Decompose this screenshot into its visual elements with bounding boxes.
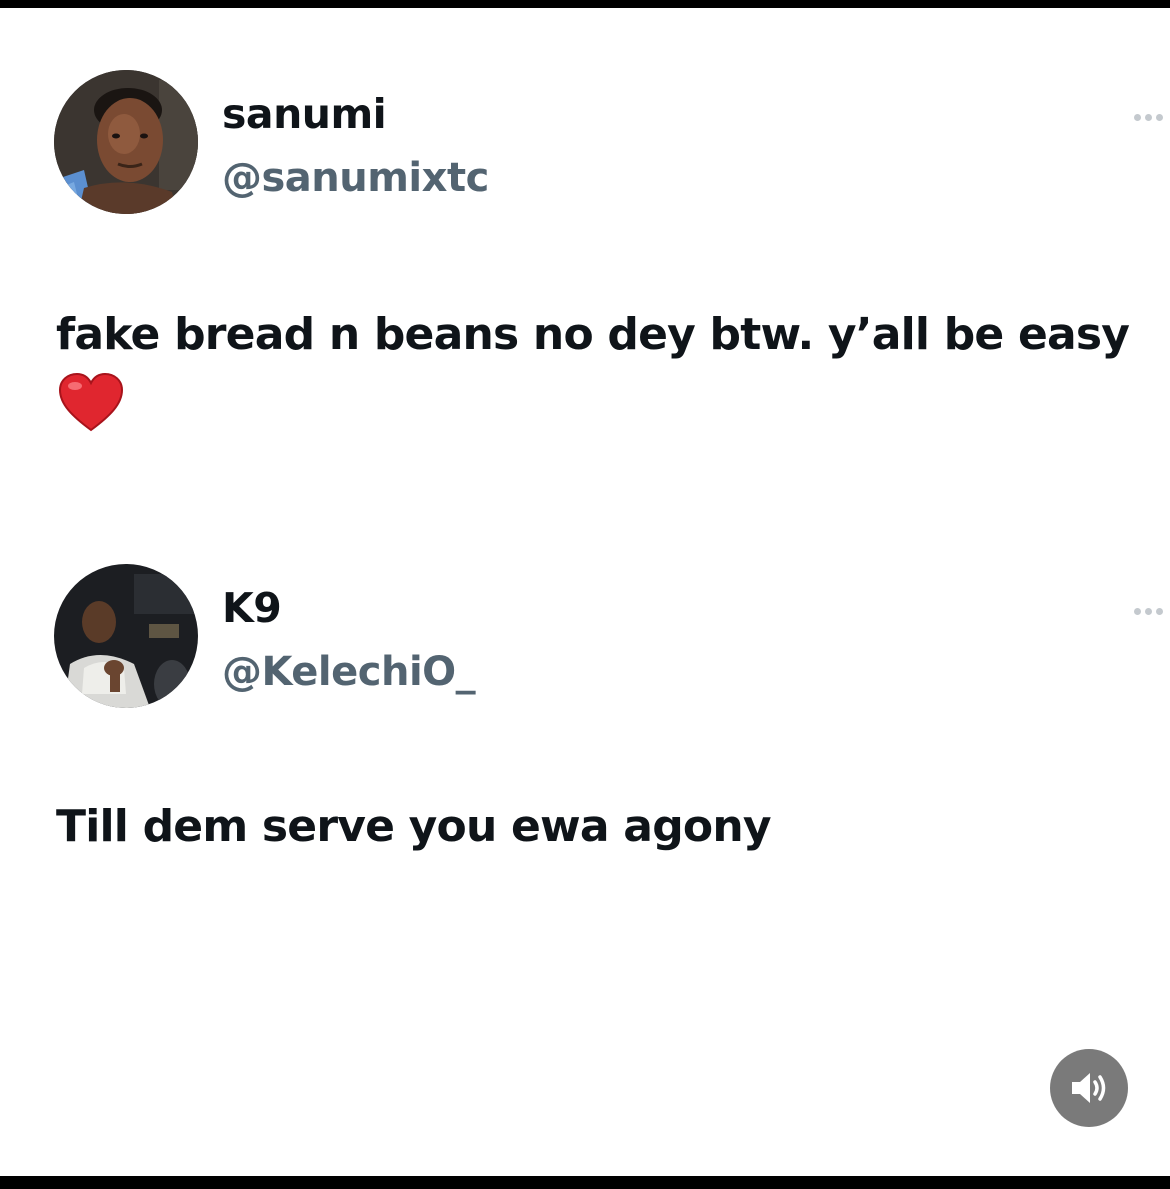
speaker-volume-icon — [1072, 1073, 1106, 1103]
red-heart-icon — [58, 372, 124, 432]
more-options-button[interactable] — [1128, 108, 1170, 126]
ellipsis-icon — [1145, 114, 1152, 121]
tweet-screenshot: sanumi @sanumixtc fake bread n beans no … — [0, 8, 1170, 1176]
user-avatar-photo-icon — [54, 70, 198, 214]
ellipsis-icon — [1145, 608, 1152, 615]
ellipsis-icon — [1156, 114, 1163, 121]
page-frame: sanumi @sanumixtc fake bread n beans no … — [0, 0, 1170, 1189]
ellipsis-icon — [1156, 608, 1163, 615]
user-avatar-photo-icon — [54, 564, 198, 708]
display-name[interactable]: K9 — [222, 584, 282, 632]
tweet-text: Till dem serve you ewa agony — [56, 801, 772, 852]
user-handle[interactable]: @sanumixtc — [222, 154, 489, 202]
sound-toggle-button[interactable] — [1050, 1049, 1128, 1127]
ellipsis-icon — [1134, 114, 1141, 121]
user-handle[interactable]: @KelechiO_ — [222, 648, 476, 696]
display-name[interactable]: sanumi — [222, 90, 387, 138]
avatar[interactable] — [54, 70, 198, 214]
tweet-text: fake bread n beans no dey btw. y’all be … — [56, 298, 1136, 447]
tweet-body: fake bread n beans no dey btw. y’all be … — [56, 309, 1130, 360]
avatar[interactable] — [54, 564, 198, 708]
ellipsis-icon — [1134, 608, 1141, 615]
more-options-button[interactable] — [1128, 602, 1170, 620]
